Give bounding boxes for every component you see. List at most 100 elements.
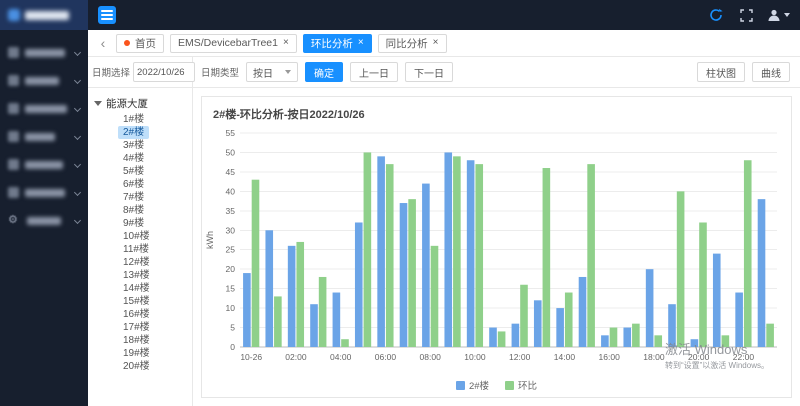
tree-item-12#楼[interactable]: 12#楼	[118, 256, 155, 269]
date-type-section: 日期类型 按日 确定 上一日 下一日	[193, 62, 687, 82]
tree-item-11#楼[interactable]: 11#楼	[118, 243, 154, 256]
user-icon	[767, 8, 781, 22]
tab-home[interactable]: 首页	[116, 34, 164, 53]
main-column: 首页 EMS/DevicebarTree1 环比分析 同比分析 日期选择 日	[88, 0, 800, 406]
svg-text:45: 45	[226, 167, 236, 177]
bar-chart: 0510152025303540455055kWh10-2602:0004:00…	[202, 97, 791, 373]
close-icon[interactable]	[283, 38, 289, 48]
bar-环比-20:00	[699, 222, 707, 347]
tree-item-6#楼[interactable]: 6#楼	[118, 178, 149, 191]
sidebar-item-icon	[8, 47, 19, 58]
tree-item-7#楼[interactable]: 7#楼	[118, 191, 149, 204]
bar-环比-04:00	[341, 339, 349, 347]
tree-root-node[interactable]: 能源大厦	[94, 96, 188, 111]
tab-yoy-analysis[interactable]: 同比分析	[378, 34, 447, 53]
building-tree-panel: 能源大厦 1#楼2#楼3#楼4#楼5#楼6#楼7#楼8#楼9#楼10#楼11#楼…	[88, 88, 193, 406]
tree-item-4#楼[interactable]: 4#楼	[118, 152, 149, 165]
bar-环比-15:00	[587, 164, 595, 347]
tree-item-20#楼[interactable]: 20#楼	[118, 360, 155, 373]
chart-title: 2#楼-环比分析-按日2022/10/26	[213, 106, 365, 122]
tree-root-label: 能源大厦	[106, 96, 148, 111]
svg-text:10: 10	[226, 303, 236, 313]
tree-item-5#楼[interactable]: 5#楼	[118, 165, 149, 178]
tree-item-1#楼[interactable]: 1#楼	[118, 113, 149, 126]
legend-item-building[interactable]: 2#楼	[456, 378, 489, 392]
tree-item-3#楼[interactable]: 3#楼	[118, 139, 149, 152]
chevron-down-icon	[74, 133, 81, 140]
tree-caret-icon	[94, 101, 102, 106]
tree-item-13#楼[interactable]: 13#楼	[118, 269, 155, 282]
sidebar-item-5[interactable]	[0, 152, 88, 177]
chevron-down-icon	[74, 161, 81, 168]
fullscreen-icon[interactable]	[737, 6, 755, 24]
bar-环比-21:00	[722, 335, 730, 347]
tree-item-19#楼[interactable]: 19#楼	[118, 347, 155, 360]
bar-环比-03:00	[319, 277, 327, 347]
bar-环比-09:00	[453, 156, 461, 347]
sidebar-item-settings[interactable]: ⚙	[0, 208, 88, 233]
svg-text:20: 20	[226, 264, 236, 274]
date-select-section: 日期选择	[88, 57, 193, 87]
legend-item-ring[interactable]: 环比	[505, 378, 537, 392]
sidebar-item-icon	[8, 103, 19, 114]
bar-2#楼-12:00	[512, 324, 520, 347]
tree-item-9#楼[interactable]: 9#楼	[118, 217, 149, 230]
bar-2#楼-09:00	[444, 152, 452, 347]
bar-2#楼-23:00	[758, 199, 766, 347]
confirm-button[interactable]: 确定	[305, 62, 343, 82]
bar-2#楼-16:00	[601, 335, 609, 347]
svg-text:16:00: 16:00	[599, 352, 621, 362]
bar-2#楼-11:00	[489, 328, 497, 347]
svg-text:04:00: 04:00	[330, 352, 352, 362]
bar-2#楼-07:00	[400, 203, 408, 347]
svg-text:kWh: kWh	[205, 231, 215, 249]
sidebar-item-6[interactable]	[0, 180, 88, 205]
tree-item-8#楼[interactable]: 8#楼	[118, 204, 149, 217]
chevron-down-icon	[285, 70, 291, 74]
curve-button[interactable]: 曲线	[752, 62, 790, 82]
date-input[interactable]	[133, 62, 195, 82]
tree-item-2#楼[interactable]: 2#楼	[118, 126, 149, 139]
close-icon[interactable]	[358, 38, 364, 48]
sidebar-item-1[interactable]	[0, 40, 88, 65]
next-day-button[interactable]: 下一日	[405, 62, 453, 82]
tab-ring-analysis[interactable]: 环比分析	[303, 34, 372, 53]
bar-2#楼-21:00	[713, 254, 721, 347]
bar-chart-button[interactable]: 柱状图	[697, 62, 745, 82]
sidebar-item-3[interactable]	[0, 96, 88, 121]
logo-text-blurred	[25, 11, 69, 20]
close-icon[interactable]	[433, 38, 439, 48]
user-menu[interactable]	[767, 8, 790, 22]
building-tree: 1#楼2#楼3#楼4#楼5#楼6#楼7#楼8#楼9#楼10#楼11#楼12#楼1…	[118, 113, 188, 373]
tree-item-18#楼[interactable]: 18#楼	[118, 334, 155, 347]
tree-item-16#楼[interactable]: 16#楼	[118, 308, 155, 321]
date-type-select[interactable]: 按日	[246, 62, 298, 82]
sidebar-item-icon	[8, 75, 19, 86]
sidebar-item-icon	[8, 187, 19, 198]
sidebar: ⚙	[0, 0, 88, 406]
bar-2#楼-03:00	[310, 304, 318, 347]
bar-2#楼-10:00	[467, 160, 475, 347]
legend-label: 2#楼	[469, 378, 489, 392]
tree-item-10#楼[interactable]: 10#楼	[118, 230, 155, 243]
tabs-bar: 首页 EMS/DevicebarTree1 环比分析 同比分析	[88, 30, 800, 57]
svg-text:18:00: 18:00	[643, 352, 665, 362]
tree-item-14#楼[interactable]: 14#楼	[118, 282, 155, 295]
tab-device-tree[interactable]: EMS/DevicebarTree1	[170, 34, 297, 53]
tabs-back-button[interactable]	[96, 34, 110, 52]
bar-2#楼-14:00	[556, 308, 564, 347]
prev-day-button[interactable]: 上一日	[350, 62, 398, 82]
tree-item-15#楼[interactable]: 15#楼	[118, 295, 155, 308]
bar-环比-06:00	[386, 164, 394, 347]
svg-text:22:00: 22:00	[733, 352, 755, 362]
bar-环比-10-26	[252, 180, 260, 347]
bar-环比-17:00	[632, 324, 640, 347]
tree-item-17#楼[interactable]: 17#楼	[118, 321, 155, 334]
tab-label: 同比分析	[386, 36, 428, 51]
menu-icon[interactable]	[98, 6, 116, 24]
sidebar-item-4[interactable]	[0, 124, 88, 149]
svg-text:10-26: 10-26	[240, 352, 262, 362]
bar-环比-19:00	[677, 191, 685, 347]
refresh-icon[interactable]	[707, 6, 725, 24]
sidebar-item-2[interactable]	[0, 68, 88, 93]
